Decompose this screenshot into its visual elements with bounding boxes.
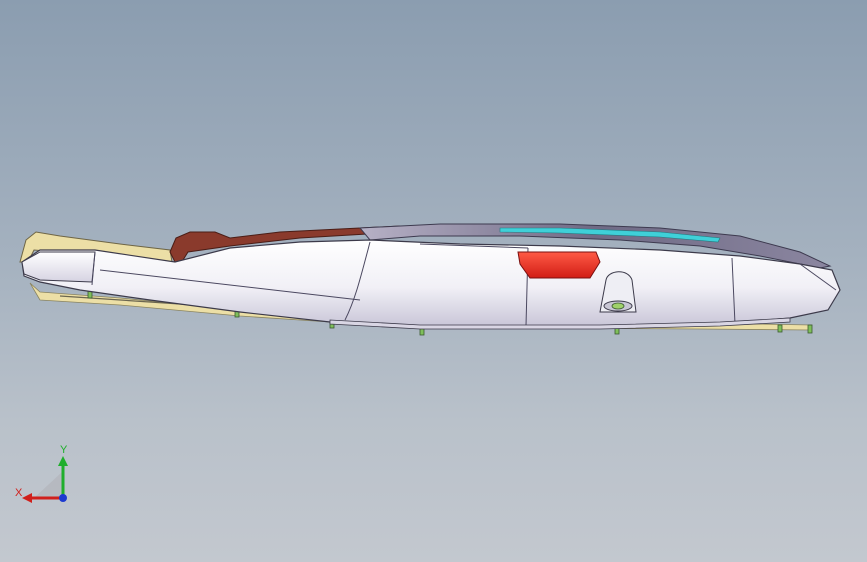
tail-lens[interactable] [517, 251, 601, 279]
z-axis-dot [59, 494, 67, 502]
nose [21, 251, 96, 283]
graphics-viewport[interactable]: Y X [0, 0, 867, 562]
coordinate-triad: Y X [15, 444, 68, 503]
x-axis-label: X [15, 487, 23, 499]
y-arrowhead-icon [58, 456, 68, 466]
y-axis-label: Y [60, 444, 68, 456]
x-arrowhead-icon [22, 493, 32, 503]
cad-model[interactable] [0, 0, 867, 562]
triad-plane [34, 472, 62, 498]
